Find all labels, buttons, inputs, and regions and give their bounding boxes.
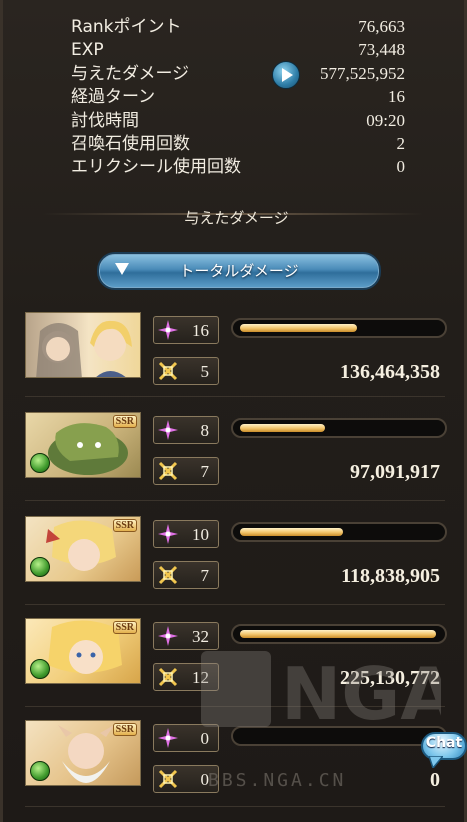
stat-label: 討伐時間 [71, 110, 139, 131]
stat-value: 76,663 [358, 17, 405, 36]
stat-value: 577,525,952 [320, 63, 405, 83]
damage-bar-fill [240, 324, 357, 332]
character-row: SSR 8 7 97,091,917 [3, 408, 467, 508]
crossed-swords-icon [158, 769, 178, 789]
stat-rank-points: Rankポイント 76,663 [65, 16, 405, 39]
skill-count: 10 [192, 525, 209, 544]
damage-bar-fill [240, 528, 343, 536]
divider [25, 500, 445, 501]
divider [25, 604, 445, 605]
stat-turns: 経過ターン 16 [65, 86, 405, 109]
dropdown-label: トータルダメージ [179, 262, 299, 280]
chat-button[interactable]: Chat [421, 732, 467, 772]
chat-label: Chat [425, 735, 463, 751]
character-row: SSR 0 0 0 [3, 716, 467, 816]
stat-value: 09:20 [366, 110, 405, 130]
stat-summon-uses: 召喚石使用回数 2 [65, 133, 405, 156]
ssr-badge: SSR [112, 723, 137, 736]
character-art-icon [36, 320, 132, 377]
damage-bar-fill [240, 630, 436, 638]
section-title: 与えたダメージ [184, 209, 289, 227]
ougi-count-badge: 12 [153, 663, 219, 691]
wind-element-icon [30, 761, 50, 781]
skill-count-badge: 0 [153, 724, 219, 752]
damage-bar [231, 726, 447, 746]
damage-bar-fill [240, 424, 325, 432]
damage-bar [231, 418, 447, 438]
stat-exp: EXP 73,448 [65, 39, 405, 62]
ougi-count-badge: 7 [153, 457, 219, 485]
character-portrait[interactable] [25, 312, 141, 378]
battle-result-panel: Rankポイント 76,663 EXP 73,448 与えたダメージ 577,5… [0, 0, 467, 822]
ougi-count-badge: 7 [153, 561, 219, 589]
ougi-count: 5 [200, 362, 210, 381]
divider [25, 706, 445, 707]
crossed-swords-icon [158, 667, 178, 687]
stat-elixir-uses: エリクシール使用回数 0 [65, 156, 405, 179]
sparkle-icon [158, 728, 178, 748]
damage-value: 136,464,358 [340, 361, 440, 383]
damage-value: 118,838,905 [341, 565, 440, 587]
skill-count: 8 [200, 421, 210, 440]
damage-value: 225,130,772 [340, 667, 440, 689]
ougi-count: 7 [200, 462, 210, 481]
skill-count-badge: 10 [153, 520, 219, 548]
character-portrait[interactable]: SSR [25, 618, 141, 684]
skill-count-badge: 16 [153, 316, 219, 344]
ougi-count: 7 [200, 566, 210, 585]
wind-element-icon [30, 453, 50, 473]
stat-label: 与えたダメージ [71, 63, 190, 84]
stat-label: EXP [71, 40, 104, 61]
stat-value: 2 [396, 133, 406, 153]
ssr-badge: SSR [112, 621, 137, 634]
character-row: SSR 32 12 225,130,772 [3, 614, 467, 714]
damage-value: 97,091,917 [350, 461, 440, 483]
damage-type-dropdown[interactable]: トータルダメージ [97, 252, 381, 290]
damage-bar [231, 624, 447, 644]
ssr-badge: SSR [112, 519, 137, 532]
stat-value: 0 [396, 157, 406, 177]
stat-label: エリクシール使用回数 [71, 157, 241, 178]
ougi-count-badge: 5 [153, 357, 219, 385]
divider [25, 396, 445, 397]
damage-bar [231, 318, 447, 338]
stats-list: Rankポイント 76,663 EXP 73,448 与えたダメージ 577,5… [65, 16, 405, 180]
character-row: 16 5 136,464,358 [3, 308, 467, 408]
character-portrait[interactable]: SSR [25, 516, 141, 582]
play-icon[interactable] [272, 60, 300, 89]
character-row: SSR 10 7 118,838,905 [3, 512, 467, 612]
ssr-badge: SSR [112, 415, 137, 428]
sparkle-icon [158, 320, 178, 340]
stat-value: 73,448 [358, 40, 405, 60]
wind-element-icon [30, 557, 50, 577]
stat-label: Rankポイント [71, 17, 182, 37]
stat-label: 召喚石使用回数 [71, 133, 190, 154]
crossed-swords-icon [158, 461, 178, 481]
ougi-count: 12 [192, 668, 209, 687]
character-portrait[interactable]: SSR [25, 720, 141, 786]
character-portrait[interactable]: SSR [25, 412, 141, 478]
crossed-swords-icon [158, 565, 178, 585]
chat-tail-icon [429, 756, 443, 768]
stat-damage-dealt: 与えたダメージ 577,525,952 [65, 60, 405, 89]
stat-value: 16 [388, 87, 405, 107]
sparkle-icon [158, 420, 178, 440]
wind-element-icon [30, 659, 50, 679]
damage-bar [231, 522, 447, 542]
skill-count: 16 [192, 321, 209, 340]
skill-count: 0 [200, 729, 210, 748]
skill-count: 32 [192, 627, 209, 646]
watermark-text: BBS.NGA.CN [208, 770, 347, 791]
divider [25, 806, 445, 807]
skill-count-badge: 32 [153, 622, 219, 650]
skill-count-badge: 8 [153, 416, 219, 444]
stat-time: 討伐時間 09:20 [65, 110, 405, 133]
sparkle-icon [158, 626, 178, 646]
crossed-swords-icon [158, 361, 178, 381]
sparkle-icon [158, 524, 178, 544]
stat-label: 経過ターン [71, 87, 156, 108]
